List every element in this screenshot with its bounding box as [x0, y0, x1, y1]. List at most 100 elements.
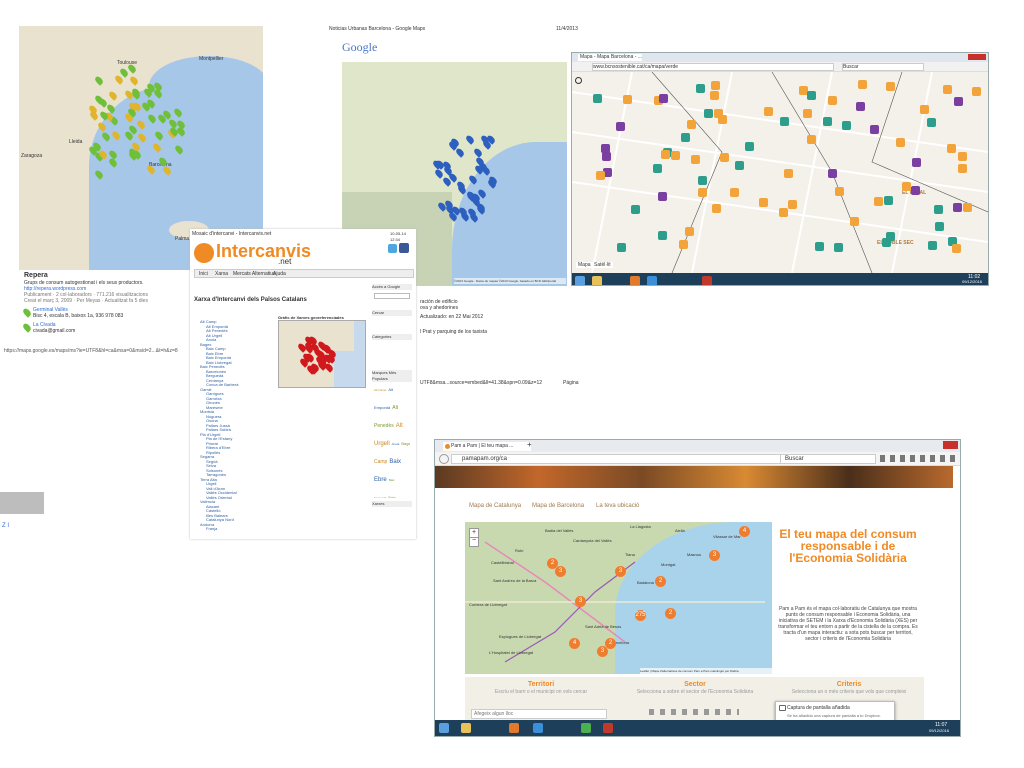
zoom-out-button[interactable]: −	[469, 537, 479, 547]
nav-item[interactable]: Inici	[199, 271, 208, 277]
map-marker-icon[interactable]	[957, 163, 967, 173]
map-marker-icon[interactable]	[834, 186, 844, 196]
street-map[interactable]: EL RAVAL EL POBLE SEC Mapa Satèl·lit	[572, 72, 988, 273]
firefox-icon[interactable]	[630, 276, 640, 285]
map-marker-icon[interactable]	[593, 93, 603, 103]
map-marker-icon[interactable]	[934, 221, 944, 231]
map-marker-icon[interactable]	[822, 117, 832, 127]
map-marker-icon[interactable]	[623, 94, 633, 104]
map-marker-icon[interactable]	[681, 132, 691, 142]
url-bar[interactable]: pamapam.org/ca	[451, 454, 783, 464]
map-marker-icon[interactable]	[807, 90, 817, 100]
map-marker-icon[interactable]	[671, 150, 681, 160]
pdf-icon[interactable]	[702, 276, 712, 285]
map-marker-icon[interactable]	[834, 242, 844, 252]
map-marker-icon[interactable]	[657, 191, 667, 201]
intercanvis-map[interactable]	[278, 320, 366, 388]
map-marker-icon[interactable]	[855, 101, 865, 111]
nav-item[interactable]: Ajuda	[273, 271, 286, 277]
map-marker-icon[interactable]	[857, 79, 867, 89]
map-marker-icon[interactable]	[850, 217, 860, 227]
map-marker-icon[interactable]	[764, 107, 774, 117]
map-marker-icon[interactable]	[601, 151, 611, 161]
browser-tab[interactable]: Mapa - Mapa Barcelona - ...	[578, 54, 642, 61]
map-marker-icon[interactable]	[711, 81, 721, 91]
twitter-icon[interactable]	[388, 244, 397, 253]
map-marker-icon[interactable]	[596, 170, 606, 180]
tab-ubicacio[interactable]: La teva ubicació	[596, 502, 639, 510]
map-marker-icon[interactable]	[712, 203, 722, 213]
cluster-marker[interactable]: 3	[709, 550, 720, 561]
search-box[interactable]: Buscar	[780, 454, 876, 464]
browser-tab[interactable]: Pam a Pam | El teu mapa ...	[443, 442, 531, 451]
toolbar-icons[interactable]	[880, 455, 955, 462]
map-marker-icon[interactable]	[803, 108, 813, 118]
map-marker-icon[interactable]	[686, 120, 696, 130]
chrome-icon[interactable]	[581, 723, 591, 733]
cluster-marker[interactable]: 3	[615, 566, 626, 577]
map-marker-icon[interactable]	[884, 196, 894, 206]
map-marker-icon[interactable]	[678, 240, 688, 250]
map-marker-icon[interactable]	[658, 94, 668, 104]
map-marker-icon[interactable]	[885, 232, 895, 242]
map-marker-icon[interactable]	[779, 207, 789, 217]
cluster-marker[interactable]: 275	[635, 610, 646, 621]
map-marker-icon[interactable]	[697, 188, 707, 198]
map-marker-icon[interactable]	[953, 97, 963, 107]
map-marker-icon[interactable]	[710, 91, 720, 101]
url-bar[interactable]: www.bcnsostenible.cat/ca/mapa/verde	[592, 63, 834, 71]
map-marker-icon[interactable]	[815, 241, 825, 251]
tree-item[interactable]: Franja	[198, 526, 217, 531]
map-marker-icon[interactable]	[953, 202, 963, 212]
map-marker-icon[interactable]	[946, 144, 956, 154]
tab-catalunya[interactable]: Mapa de Catalunya	[469, 502, 521, 510]
map-marker-icon[interactable]	[729, 187, 739, 197]
start-icon[interactable]	[575, 276, 585, 285]
cluster-marker[interactable]: 4	[739, 526, 750, 537]
map-marker-icon[interactable]	[920, 105, 930, 115]
map-marker-icon[interactable]	[703, 109, 713, 119]
map-marker-icon[interactable]	[714, 109, 724, 119]
search-icon[interactable]	[575, 77, 582, 84]
start-icon[interactable]	[439, 723, 449, 733]
back-icon[interactable]	[439, 454, 449, 464]
pamapam-map[interactable]: Badia del Vallès Cardanyola del Vallès Cas…	[465, 522, 772, 674]
cluster-marker[interactable]: 2	[665, 608, 676, 619]
map-marker-icon[interactable]	[617, 242, 627, 252]
cluster-marker[interactable]: 3	[555, 566, 566, 577]
cluster-marker[interactable]: 2	[655, 576, 666, 587]
search-box[interactable]: Buscar	[842, 63, 924, 71]
map-marker-icon[interactable]	[652, 164, 662, 174]
map-marker-icon[interactable]	[735, 161, 745, 171]
cluster-marker[interactable]: 2	[547, 558, 558, 569]
map-marker-icon[interactable]	[971, 87, 981, 97]
facebook-icon[interactable]	[399, 243, 409, 253]
cluster-marker[interactable]: 3	[597, 646, 608, 657]
map-marker-icon[interactable]	[927, 240, 937, 250]
cluster-marker[interactable]: 4	[569, 638, 580, 649]
cluster-marker[interactable]: 3	[575, 596, 586, 607]
map-marker-icon[interactable]	[631, 204, 641, 214]
map-marker-icon[interactable]	[842, 121, 852, 131]
map-marker-icon[interactable]	[933, 205, 943, 215]
close-window-button[interactable]	[943, 441, 958, 449]
map-marker-icon[interactable]	[658, 231, 668, 241]
map-marker-icon[interactable]	[886, 81, 896, 91]
pdf-icon[interactable]	[603, 723, 613, 733]
map-marker-icon[interactable]	[902, 181, 912, 191]
nav-item[interactable]: Xarxa	[215, 271, 228, 277]
map-marker-icon[interactable]	[744, 142, 754, 152]
nav-item[interactable]: Mercats Alternatius	[233, 271, 276, 277]
map-marker-icon[interactable]	[827, 169, 837, 179]
map-marker-icon[interactable]	[695, 83, 705, 93]
map-marker-icon[interactable]	[912, 158, 922, 168]
ie-icon[interactable]	[533, 723, 543, 733]
tab-barcelona[interactable]: Mapa de Barcelona	[532, 502, 584, 510]
sector-icons[interactable]	[649, 709, 739, 715]
map-type-map[interactable]: Mapa	[576, 262, 593, 268]
map-marker-icon[interactable]	[943, 85, 953, 95]
map-marker-icon[interactable]	[807, 134, 817, 144]
map-marker-icon[interactable]	[827, 96, 837, 106]
map-marker-icon[interactable]	[952, 244, 962, 254]
map-marker-icon[interactable]	[869, 125, 879, 135]
